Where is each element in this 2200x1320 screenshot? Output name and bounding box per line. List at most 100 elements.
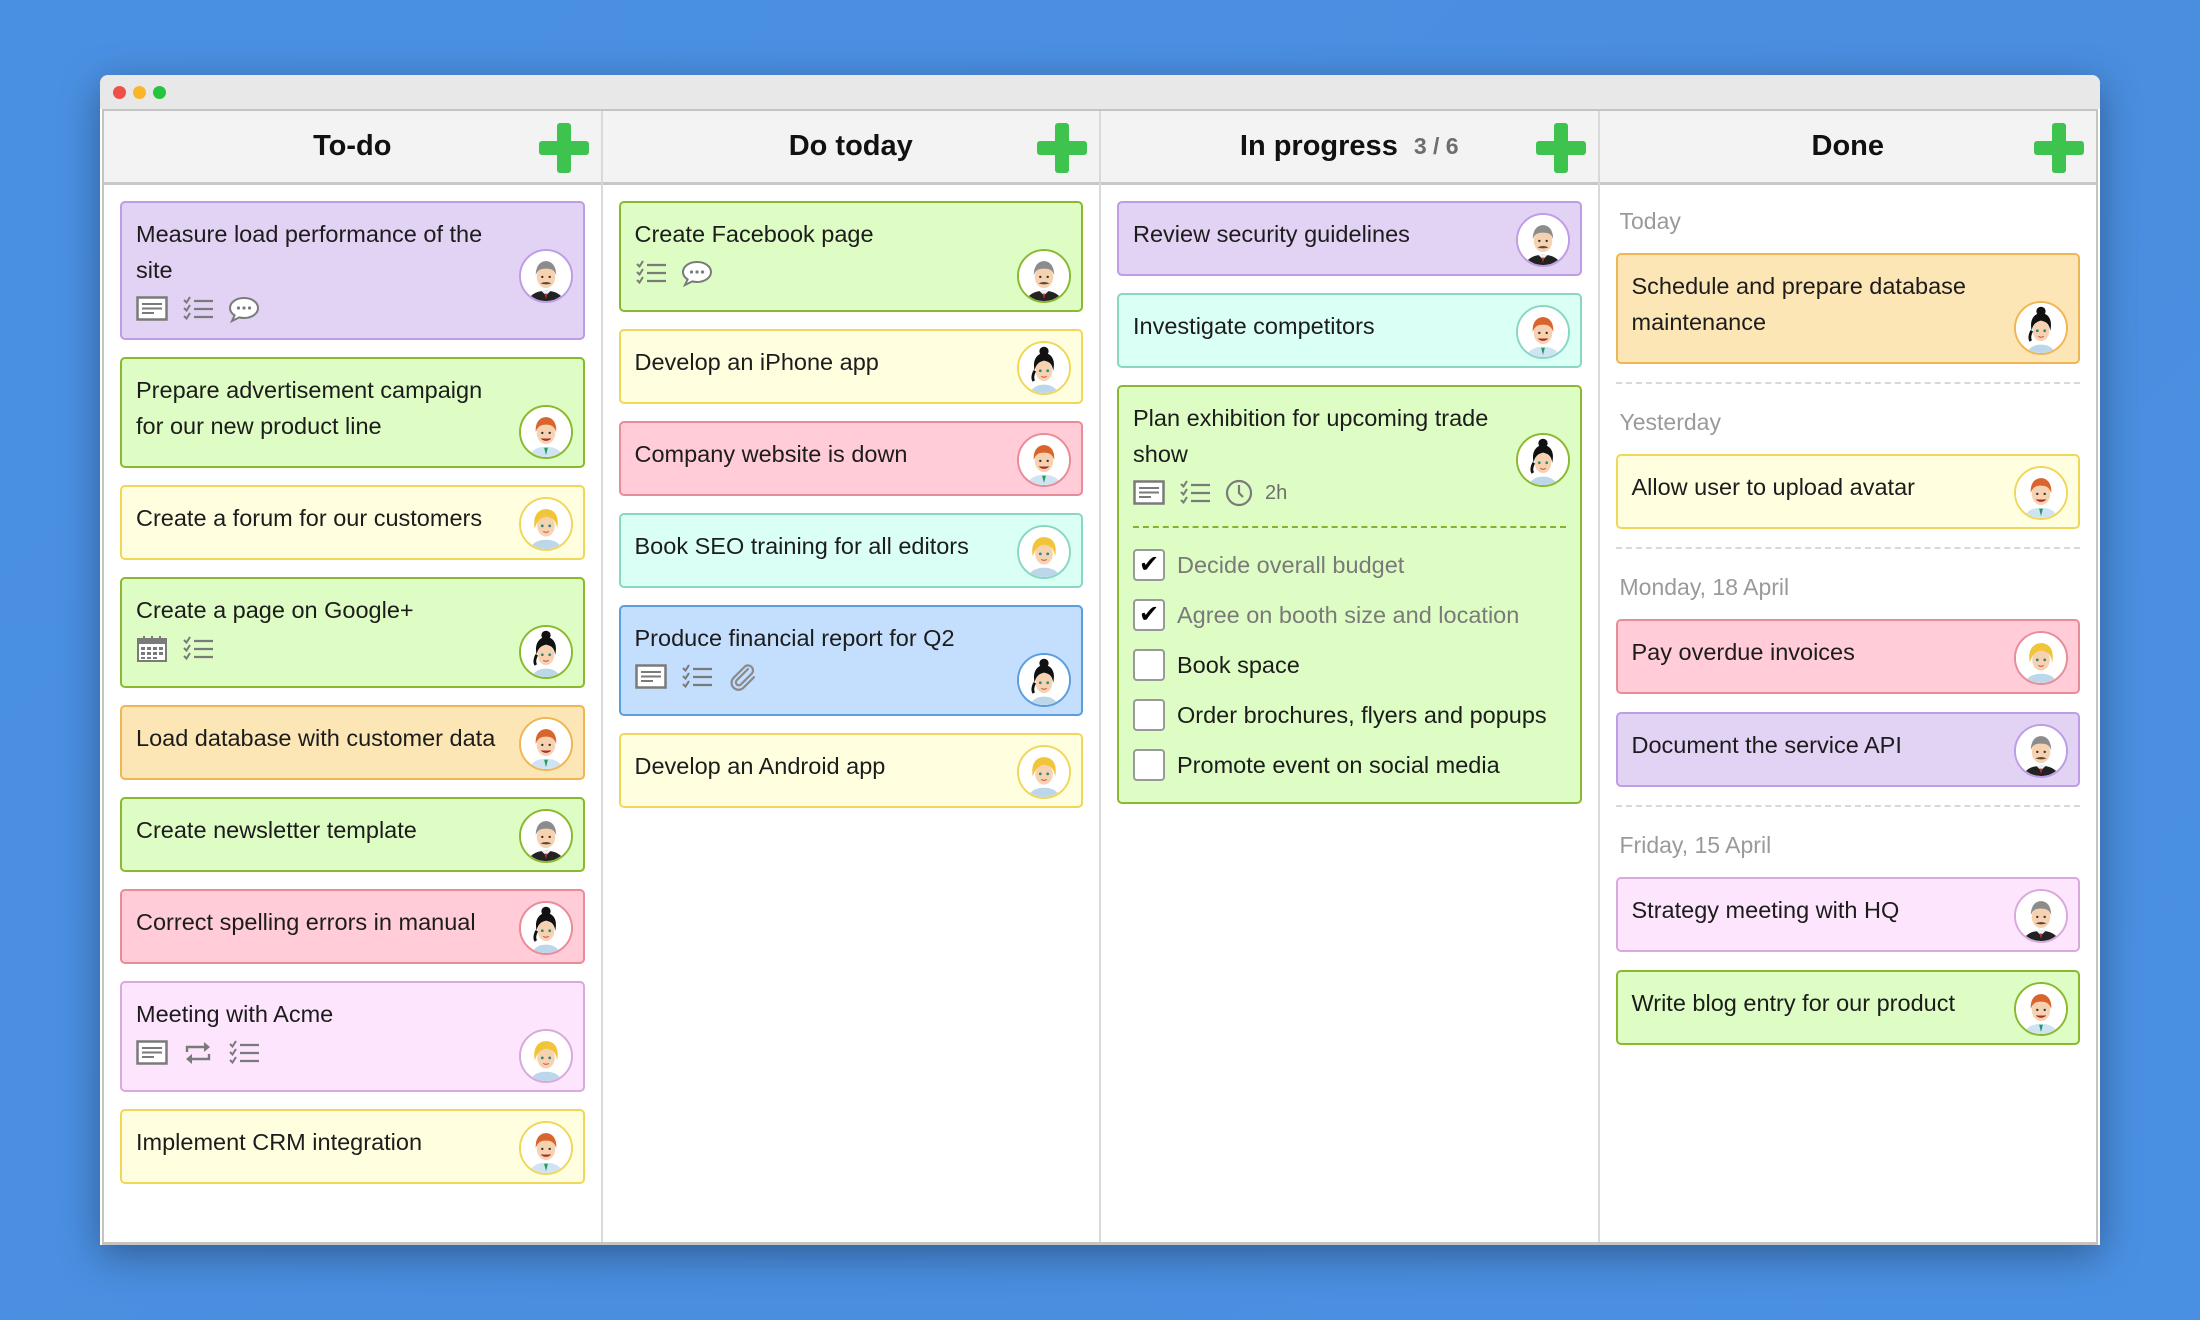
task-card[interactable]: Produce financial report for Q2 [618,605,1083,716]
column-body: Today Schedule and prepare database maint… [1600,185,2097,1063]
avatar-red-haired-man[interactable] [1515,305,1570,359]
checklist: Decide overall budget Agree on booth size… [1133,526,1566,790]
add-card-button[interactable] [2034,123,2084,173]
description-icon [136,1039,168,1067]
checkbox-unchecked[interactable] [1133,699,1165,731]
task-card[interactable]: Strategy meeting with HQ [1615,877,2080,952]
date-group-label: Friday, 15 April [1619,832,1772,858]
checklist-item-label: Order brochures, flyers and popups [1177,701,1547,728]
column-body: Create Facebook page Develop an iPhone ap… [603,185,1100,825]
task-card[interactable]: Load database with customer data [120,705,585,780]
avatar-blonde-woman[interactable] [1017,525,1071,579]
task-card[interactable]: Investigate competitors [1117,293,1582,368]
duration-label: 2h [1265,481,1288,504]
task-card[interactable]: Create Facebook page [618,201,1083,312]
avatar-gray-haired-man[interactable] [518,809,573,863]
checklist-item[interactable]: Agree on booth size and location [1133,590,1566,640]
checklist-item[interactable]: Decide overall budget [1133,540,1566,590]
task-card[interactable]: Company website is down [618,421,1083,496]
add-card-button[interactable] [1037,123,1087,173]
card-title: Develop an Android app [634,753,886,779]
column-do-today: Do today Create Facebook page Develop an … [602,111,1101,1242]
group-divider [1615,547,2080,549]
column-body: Measure load performance of the site Prep… [104,185,601,1201]
avatar-red-haired-man[interactable] [518,405,573,459]
card-title: Create Facebook page [634,221,874,247]
avatar-blonde-woman[interactable] [1017,745,1071,799]
avatar-dark-haired-woman[interactable] [518,901,573,955]
avatar-blonde-woman[interactable] [518,1029,573,1083]
task-card[interactable]: Allow user to upload avatar [1615,454,2080,529]
add-card-button[interactable] [1535,123,1586,173]
comment-icon [681,259,713,288]
attachment-icon [727,663,759,691]
card-badges [136,632,503,666]
card-title: Create a page on Google+ [136,597,414,623]
task-card[interactable]: Develop an Android app [618,733,1083,808]
checkbox-unchecked[interactable] [1133,649,1165,681]
task-card[interactable]: Correct spelling errors in manual [120,889,585,964]
task-card[interactable]: Implement CRM integration [120,1109,585,1184]
card-title: Produce financial report for Q2 [634,625,955,651]
checkbox-checked[interactable] [1133,549,1165,581]
card-title: Plan exhibition for upcoming trade show [1133,405,1489,467]
avatar-red-haired-man[interactable] [2014,982,2068,1036]
task-card[interactable]: Create a forum for our customers [120,485,585,560]
task-card[interactable]: Develop an iPhone app [618,329,1083,404]
avatar-red-haired-man[interactable] [2014,466,2068,520]
task-card[interactable]: Meeting with Acme [120,981,585,1092]
avatar-gray-haired-man[interactable] [2014,724,2068,778]
avatar-red-haired-man[interactable] [1017,433,1071,487]
avatar-dark-haired-woman[interactable] [2014,301,2068,355]
date-group-label: Today [1619,208,1681,234]
card-title: Book SEO training for all editors [634,533,969,559]
avatar-blonde-woman[interactable] [2014,631,2068,685]
card-title: Write blog entry for our product [1631,990,1956,1016]
close-window-button[interactable] [113,86,126,99]
avatar-gray-haired-man[interactable] [1017,249,1071,303]
task-card[interactable]: Write blog entry for our product [1615,970,2080,1045]
checkbox-checked[interactable] [1133,599,1165,631]
avatar-dark-haired-woman[interactable] [1017,341,1071,395]
column-todo: To-do Measure load performance of the si… [104,111,603,1242]
task-card[interactable]: Plan exhibition for upcoming trade show 2… [1117,385,1582,804]
column-header: Do today [602,111,1099,185]
column-title: Do today [788,130,913,162]
checklist-item[interactable]: Order brochures, flyers and popups [1133,690,1566,740]
column-header: Done [1599,111,2096,185]
column-body: Review security guidelines Investigate co… [1101,185,1598,821]
avatar-dark-haired-woman[interactable] [1515,433,1570,487]
avatar-blonde-woman[interactable] [518,497,573,551]
avatar-dark-haired-woman[interactable] [518,625,573,679]
task-card[interactable]: Book SEO training for all editors [618,513,1083,588]
task-card[interactable]: Review security guidelines [1117,201,1582,276]
task-card[interactable]: Create a page on Google+ [120,577,585,688]
maximize-window-button[interactable] [153,86,166,99]
task-card[interactable]: Schedule and prepare database maintenanc… [1615,253,2080,364]
checklist-item[interactable]: Promote event on social media [1133,740,1566,790]
task-card[interactable]: Measure load performance of the site [120,201,585,340]
calendar-icon [136,635,168,663]
checklist-item[interactable]: Book space [1133,640,1566,690]
task-card[interactable]: Prepare advertisement campaign for our n… [120,357,585,468]
task-card[interactable]: Create newsletter template [120,797,585,872]
avatar-gray-haired-man[interactable] [518,249,573,303]
checklist-item-label: Decide overall budget [1177,551,1405,578]
checkbox-unchecked[interactable] [1133,749,1165,781]
description-icon [634,663,667,691]
avatar-gray-haired-man[interactable] [2014,889,2068,943]
checklist-icon [228,1039,260,1067]
task-card[interactable]: Document the service API [1615,712,2080,787]
kanban-board: To-do Measure load performance of the si… [102,109,2098,1245]
avatar-dark-haired-woman[interactable] [1017,653,1071,707]
card-title: Create newsletter template [136,817,417,843]
task-card[interactable]: Pay overdue invoices [1615,619,2080,694]
card-title: Document the service API [1631,732,1902,758]
add-card-button[interactable] [538,123,589,173]
avatar-red-haired-man[interactable] [518,1121,573,1175]
avatar-red-haired-man[interactable] [518,717,573,771]
card-title: Implement CRM integration [136,1129,423,1155]
column-in-progress: In progress 3 / 6 Review security guidel… [1101,111,1600,1242]
avatar-gray-haired-man[interactable] [1515,213,1570,267]
minimize-window-button[interactable] [133,86,146,99]
